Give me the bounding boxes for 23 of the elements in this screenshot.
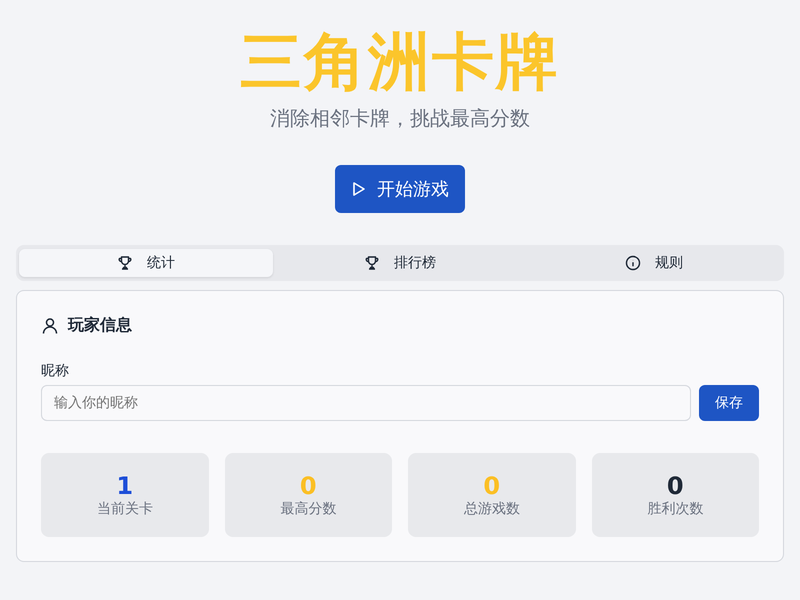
- tab[interactable]: 统计: [19, 249, 273, 277]
- stat-value: 1: [116, 472, 134, 500]
- game-title: 三角洲卡牌: [240, 24, 560, 100]
- play-icon: [351, 181, 367, 197]
- trophy-icon: [117, 255, 133, 271]
- nickname-field[interactable]: 输入你的昵称: [41, 385, 691, 421]
- stat-value: 0: [666, 472, 684, 500]
- start-game-button[interactable]: 开始游戏: [335, 165, 465, 213]
- nickname-label: 昵称: [41, 362, 70, 380]
- tab[interactable]: 规则: [527, 249, 781, 277]
- stat-value: 0: [300, 472, 317, 500]
- stat-label: 胜利次数: [647, 500, 704, 518]
- stat-label: 当前关卡: [96, 500, 153, 518]
- card-heading: 玩家信息: [68, 315, 132, 336]
- save-button[interactable]: 保存: [699, 385, 759, 421]
- user-icon: [41, 316, 59, 334]
- trophy-icon: [364, 255, 380, 271]
- subtitle: 消除相邻卡牌，挑战最高分数: [270, 105, 530, 132]
- stat-value: 0: [483, 472, 500, 500]
- stat-label: 总游戏数: [464, 500, 520, 518]
- tab[interactable]: 排行榜: [273, 249, 527, 277]
- info-icon: [625, 255, 641, 271]
- stat-label: 最高分数: [280, 500, 336, 518]
